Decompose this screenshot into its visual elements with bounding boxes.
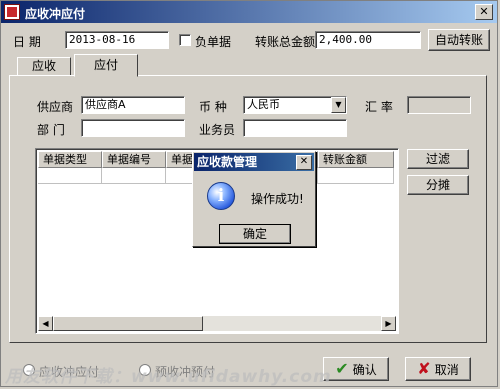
cancel-button[interactable]: ✘ 取消 bbox=[405, 357, 471, 381]
staff-label: 业务员 bbox=[199, 123, 236, 137]
scroll-left-icon[interactable]: ◀ bbox=[38, 316, 53, 331]
dialog-message: 操作成功! bbox=[251, 192, 304, 206]
auto-transfer-button[interactable]: 自动转账 bbox=[428, 29, 490, 51]
window-title: 应收冲应付 bbox=[25, 7, 86, 21]
department-field[interactable] bbox=[81, 119, 185, 137]
rate-label: 汇 率 bbox=[365, 100, 393, 114]
total-amount-field[interactable]: 2,400.00 bbox=[315, 31, 421, 49]
watermark: 用友软件下载：www.ufidawhy.com bbox=[5, 367, 332, 387]
cancel-label: 取消 bbox=[434, 363, 459, 377]
dialog-title-text: 应收款管理 bbox=[197, 155, 258, 169]
scroll-right-icon[interactable]: ▶ bbox=[381, 316, 396, 331]
currency-label: 币 种 bbox=[199, 100, 227, 114]
table-cell[interactable] bbox=[318, 168, 394, 184]
confirm-label: 确认 bbox=[352, 363, 377, 377]
close-window-button[interactable]: ✕ bbox=[475, 4, 493, 20]
column-header-transfer-amount[interactable]: 转账金额 bbox=[318, 151, 394, 168]
split-button[interactable]: 分摊 bbox=[407, 175, 469, 195]
horizontal-scrollbar[interactable]: ◀ ▶ bbox=[38, 316, 396, 331]
column-header-doc-number[interactable]: 单据编号 bbox=[102, 151, 166, 168]
filter-button[interactable]: 过滤 bbox=[407, 149, 469, 169]
x-icon: ✘ bbox=[417, 359, 431, 378]
date-label: 日 期 bbox=[13, 35, 41, 49]
chevron-down-icon[interactable]: ▼ bbox=[331, 97, 346, 113]
currency-value: 人民币 bbox=[247, 98, 280, 111]
negative-doc-label: 负单据 bbox=[195, 35, 232, 49]
main-window: 应收冲应付 ✕ 日 期 2013-08-16 负单据 转账总金额 2,400.0… bbox=[0, 0, 498, 387]
total-amount-label: 转账总金额 bbox=[255, 35, 316, 49]
currency-select[interactable]: 人民币 ▼ bbox=[243, 96, 347, 114]
date-field[interactable]: 2013-08-16 bbox=[65, 31, 169, 49]
supplier-label: 供应商 bbox=[37, 100, 74, 114]
dialog-title: 应收款管理 ✕ bbox=[194, 153, 314, 171]
column-header-doc-type[interactable]: 单据类型 bbox=[38, 151, 102, 168]
dialog-ok-button[interactable]: 确定 bbox=[219, 224, 291, 244]
dialog-close-button[interactable]: ✕ bbox=[296, 155, 312, 170]
tab-payable[interactable]: 应付 bbox=[74, 54, 138, 77]
department-label: 部 门 bbox=[37, 123, 65, 137]
table-cell[interactable] bbox=[38, 168, 102, 184]
confirm-button[interactable]: ✔ 确认 bbox=[323, 357, 389, 381]
app-icon bbox=[4, 4, 20, 20]
negative-doc-checkbox[interactable] bbox=[179, 34, 191, 46]
scroll-thumb[interactable] bbox=[53, 316, 203, 331]
check-icon: ✔ bbox=[335, 359, 349, 378]
table-cell[interactable] bbox=[102, 168, 166, 184]
supplier-field[interactable]: 供应商A bbox=[81, 96, 185, 114]
staff-field[interactable] bbox=[243, 119, 347, 137]
info-icon: i bbox=[207, 182, 235, 210]
message-dialog: 应收款管理 ✕ i 操作成功! 确定 bbox=[192, 151, 316, 247]
tab-receivable[interactable]: 应收 bbox=[17, 57, 71, 76]
title-bar: 应收冲应付 ✕ bbox=[1, 1, 497, 23]
rate-field[interactable] bbox=[407, 96, 471, 114]
